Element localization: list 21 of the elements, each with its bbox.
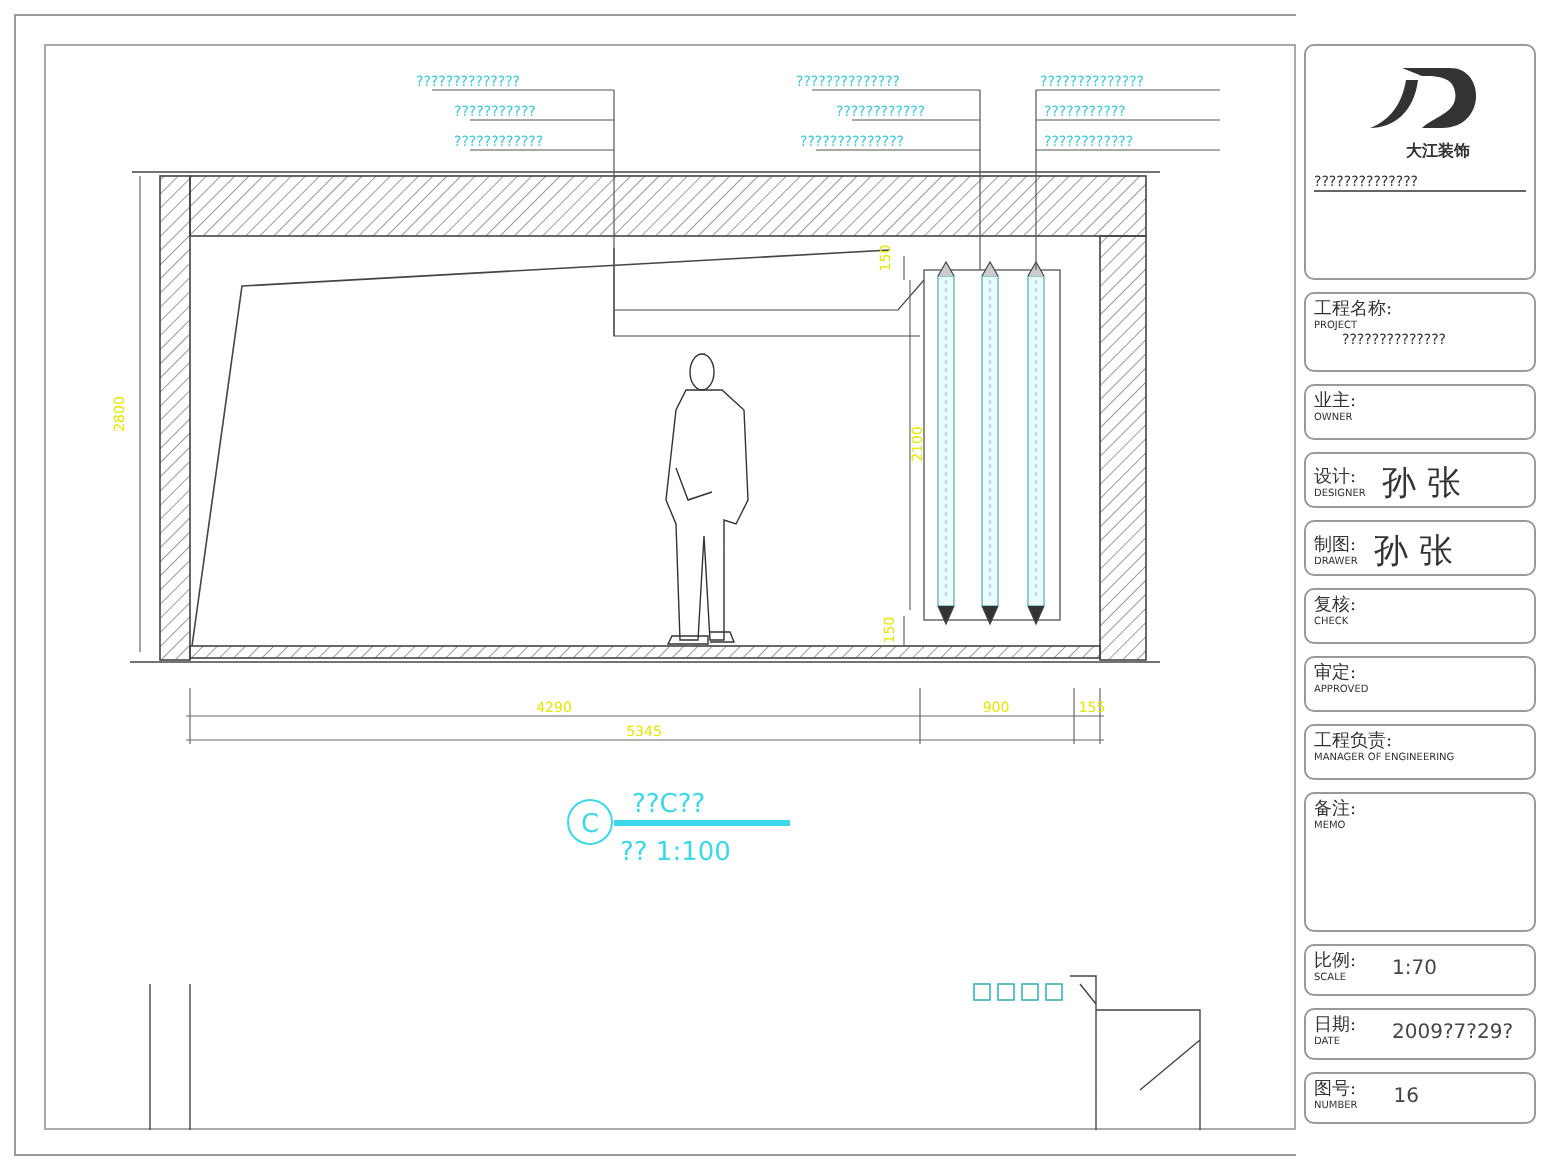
field-label: 日期:: [1314, 1016, 1357, 1036]
field-label: 工程负责:: [1314, 732, 1395, 752]
field-value: 1:70: [1392, 957, 1438, 979]
signature-name: 孙 张: [1373, 530, 1453, 574]
field-label: 复核:: [1314, 596, 1357, 616]
field-label: 工程名称:: [1314, 300, 1393, 320]
field-label: 业主:: [1314, 392, 1357, 412]
field-value: 2009?7?29?: [1392, 1021, 1514, 1043]
field-label: 图号:: [1314, 1080, 1358, 1100]
section-letter: C: [580, 810, 600, 840]
field-label: 审定:: [1314, 664, 1359, 684]
field-label: 设计:: [1314, 467, 1359, 487]
field-label: 比例:: [1314, 952, 1357, 972]
field-label: 备注:: [1314, 800, 1357, 820]
section-title: ??C??: [632, 790, 706, 820]
section-scale: ?? 1:100: [620, 838, 731, 868]
logo-text: 大江装饰: [1406, 140, 1470, 162]
field-label: 制图:: [1314, 535, 1358, 555]
section-circle: [567, 799, 613, 845]
signature-name: 孙 张: [1381, 462, 1461, 506]
field-value: 16: [1393, 1085, 1420, 1107]
